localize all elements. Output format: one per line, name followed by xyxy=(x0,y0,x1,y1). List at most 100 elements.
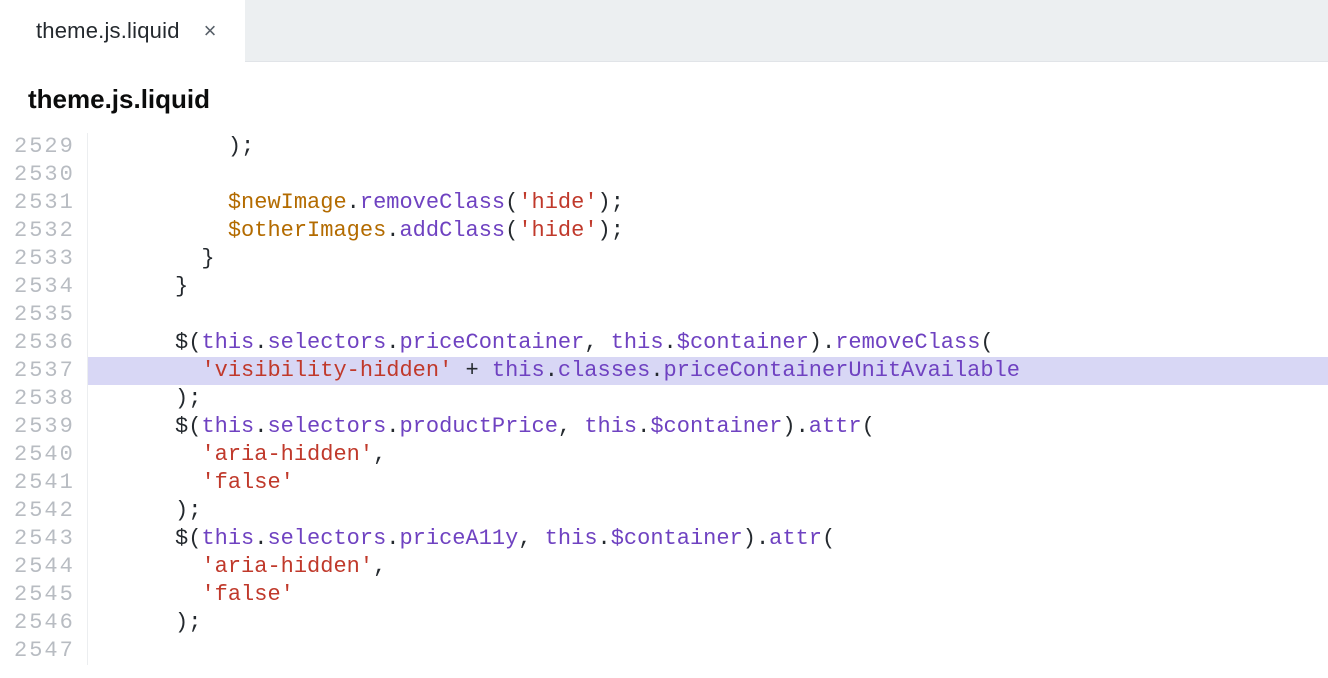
code-token: ( xyxy=(188,414,201,439)
code-token: ( xyxy=(188,330,201,355)
line-number: 2539 xyxy=(14,413,75,441)
code-line[interactable]: $(this.selectors.productPrice, this.$con… xyxy=(88,413,1328,441)
code-line[interactable]: ); xyxy=(88,133,1328,161)
code-token: this xyxy=(611,330,664,355)
line-number: 2543 xyxy=(14,525,75,553)
code-token xyxy=(96,358,202,383)
code-editor[interactable]: 2529253025312532253325342535253625372538… xyxy=(0,133,1328,665)
code-token: . xyxy=(254,414,267,439)
code-token: attr xyxy=(809,414,862,439)
code-token: attr xyxy=(769,526,822,551)
tab-active[interactable]: theme.js.liquid × xyxy=(0,0,245,62)
code-token: 'aria-hidden' xyxy=(201,442,373,467)
code-token: 'hide' xyxy=(518,190,597,215)
code-token xyxy=(96,470,202,495)
code-token: . xyxy=(598,526,611,551)
code-token: this xyxy=(545,526,598,551)
line-number: 2529 xyxy=(14,133,75,161)
code-line[interactable]: } xyxy=(88,245,1328,273)
code-line[interactable] xyxy=(88,161,1328,189)
code-token: productPrice xyxy=(399,414,557,439)
code-token: this xyxy=(201,414,254,439)
code-token: selectors xyxy=(267,330,386,355)
code-line[interactable]: } xyxy=(88,273,1328,301)
code-line[interactable]: 'false' xyxy=(88,581,1328,609)
code-token: ( xyxy=(188,526,201,551)
line-number: 2534 xyxy=(14,273,75,301)
code-token: . xyxy=(254,526,267,551)
code-token: this xyxy=(584,414,637,439)
code-token xyxy=(96,442,202,467)
line-number: 2541 xyxy=(14,469,75,497)
code-line[interactable] xyxy=(88,301,1328,329)
code-token: 'visibility-hidden' xyxy=(201,358,452,383)
tab-label: theme.js.liquid xyxy=(36,18,180,44)
code-token xyxy=(96,582,202,607)
code-line[interactable]: 'aria-hidden', xyxy=(88,441,1328,469)
close-icon[interactable]: × xyxy=(204,20,217,42)
code-token: } xyxy=(96,246,215,271)
code-token: ); xyxy=(96,610,202,635)
code-line[interactable]: $(this.selectors.priceContainer, this.$c… xyxy=(88,329,1328,357)
code-token: removeClass xyxy=(360,190,505,215)
code-line[interactable]: $(this.selectors.priceA11y, this.$contai… xyxy=(88,525,1328,553)
code-line[interactable]: ); xyxy=(88,385,1328,413)
code-line[interactable] xyxy=(88,637,1328,665)
code-line[interactable]: 'aria-hidden', xyxy=(88,553,1328,581)
code-token xyxy=(96,554,202,579)
line-number-gutter: 2529253025312532253325342535253625372538… xyxy=(0,133,88,665)
code-line[interactable]: $otherImages.addClass('hide'); xyxy=(88,217,1328,245)
tab-bar-empty xyxy=(245,0,1328,62)
code-token: $container xyxy=(611,526,743,551)
code-token: . xyxy=(347,190,360,215)
code-token: ( xyxy=(862,414,875,439)
code-token: selectors xyxy=(267,526,386,551)
code-token: ( xyxy=(505,218,518,243)
code-token xyxy=(96,190,228,215)
code-token xyxy=(96,526,175,551)
line-number: 2532 xyxy=(14,217,75,245)
code-line[interactable]: 'visibility-hidden' + this.classes.price… xyxy=(88,357,1328,385)
code-line[interactable]: 'false' xyxy=(88,469,1328,497)
code-token: selectors xyxy=(267,414,386,439)
line-number: 2535 xyxy=(14,301,75,329)
code-line[interactable]: ); xyxy=(88,609,1328,637)
line-number: 2545 xyxy=(14,581,75,609)
code-token: . xyxy=(386,218,399,243)
code-token: ); xyxy=(598,190,624,215)
code-content[interactable]: ); $newImage.removeClass('hide'); $other… xyxy=(88,133,1328,665)
code-token: priceContainer xyxy=(399,330,584,355)
line-number: 2546 xyxy=(14,609,75,637)
code-token: . xyxy=(545,358,558,383)
code-token: . xyxy=(386,414,399,439)
code-token: addClass xyxy=(399,218,505,243)
code-token: , xyxy=(373,442,386,467)
line-number: 2530 xyxy=(14,161,75,189)
code-token: . xyxy=(254,330,267,355)
file-title: theme.js.liquid xyxy=(0,62,1328,133)
code-token: . xyxy=(386,330,399,355)
line-number: 2531 xyxy=(14,189,75,217)
code-token xyxy=(96,330,175,355)
line-number: 2542 xyxy=(14,497,75,525)
code-line[interactable]: ); xyxy=(88,497,1328,525)
code-token: } xyxy=(96,274,188,299)
line-number: 2544 xyxy=(14,553,75,581)
code-token: 'false' xyxy=(201,470,293,495)
code-token: ). xyxy=(743,526,769,551)
code-token xyxy=(96,414,175,439)
line-number: 2540 xyxy=(14,441,75,469)
code-token: 'hide' xyxy=(518,218,597,243)
code-token: classes xyxy=(558,358,650,383)
code-token: + xyxy=(452,358,492,383)
code-token: $otherImages xyxy=(228,218,386,243)
code-line[interactable]: $newImage.removeClass('hide'); xyxy=(88,189,1328,217)
code-token: ( xyxy=(505,190,518,215)
code-token: ( xyxy=(980,330,993,355)
code-token: ); xyxy=(96,134,254,159)
code-token: $container xyxy=(677,330,809,355)
code-token: ( xyxy=(822,526,835,551)
code-token: $newImage xyxy=(228,190,347,215)
code-token: , xyxy=(373,554,386,579)
code-token: $ xyxy=(175,330,188,355)
